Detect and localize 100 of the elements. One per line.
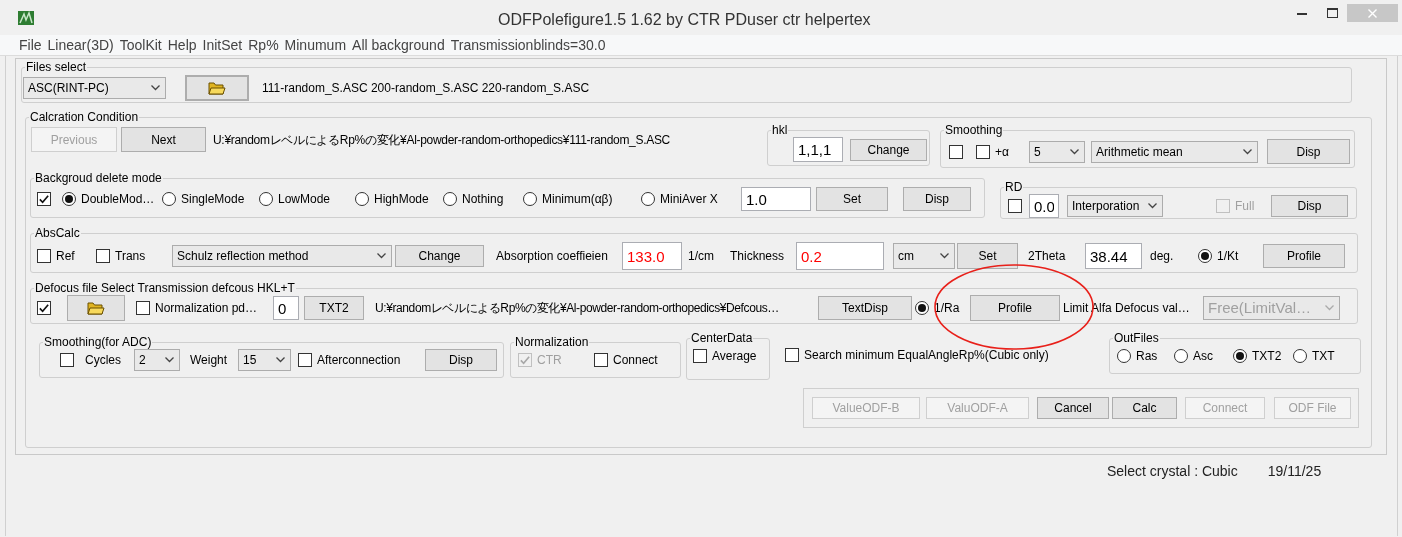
- push-button[interactable]: Change: [850, 138, 927, 161]
- radio-button[interactable]: Nothing: [443, 188, 523, 210]
- chevron-down-icon: [1243, 148, 1252, 155]
- group-title: Normalization: [514, 336, 590, 349]
- dropdown[interactable]: Schulz reflection method: [172, 245, 392, 267]
- group-title: hkl: [771, 124, 789, 137]
- menu-item[interactable]: InitSet: [202, 34, 243, 56]
- label-text: Cycles: [85, 352, 122, 369]
- check-icon: [519, 354, 531, 366]
- push-button[interactable]: Disp: [1271, 195, 1348, 217]
- label-text: Absorption coeffieien: [496, 248, 609, 265]
- radio-button[interactable]: TXT: [1293, 345, 1335, 367]
- text-field[interactable]: 38.44: [1085, 243, 1142, 269]
- date-text: 19/11/25: [1267, 461, 1322, 481]
- app-logo-icon: [18, 10, 34, 25]
- text-field[interactable]: 0: [273, 296, 299, 320]
- radio-button[interactable]: MiniAver X: [641, 188, 741, 210]
- menu-item[interactable]: Rp%: [248, 34, 279, 56]
- checkbox[interactable]: Connect: [594, 349, 658, 371]
- radio-button[interactable]: Ras: [1117, 345, 1174, 367]
- radio-button[interactable]: HighMode: [355, 188, 443, 210]
- group-title: Smoothing(for ADC): [43, 336, 153, 349]
- checkbox[interactable]: Ref: [37, 245, 96, 267]
- label-text: U:¥randomレベルによるRp%の変化¥Al-powder-random-orthopedics¥111-random_S.ASC: [213, 131, 670, 149]
- label-text: U:¥randomレベルによるRp%の変化¥Al-powder-random-orthopedics¥Defcous…: [375, 300, 780, 317]
- menu-item[interactable]: File: [19, 34, 42, 56]
- chevron-down-icon: [1070, 148, 1079, 155]
- group-title: RD: [1004, 181, 1024, 194]
- menu-item[interactable]: ToolKit: [119, 34, 162, 56]
- menu-item[interactable]: Linear(3D): [47, 34, 114, 56]
- dropdown[interactable]: Arithmetic mean: [1091, 140, 1258, 163]
- checkbox[interactable]: Average: [693, 345, 757, 367]
- group-title: Calcration Condition: [29, 111, 140, 124]
- menu-item[interactable]: All background: [352, 34, 445, 56]
- push-button[interactable]: Change: [395, 245, 484, 267]
- push-button[interactable]: Next: [121, 127, 206, 152]
- text-field[interactable]: 1.0: [741, 187, 811, 211]
- push-button[interactable]: Cancel: [1037, 397, 1109, 419]
- push-button[interactable]: Profile: [1263, 244, 1345, 268]
- close-icon: [1368, 8, 1377, 18]
- chevron-down-icon: [276, 357, 285, 363]
- dropdown[interactable]: 2: [134, 349, 180, 371]
- radio-button[interactable]: 1/Kt: [1198, 245, 1263, 267]
- push-button[interactable]: Disp: [1267, 139, 1350, 164]
- label-text: 1/cm: [688, 248, 715, 265]
- check-icon: [38, 193, 50, 205]
- push-button[interactable]: Set: [816, 187, 888, 211]
- dropdown[interactable]: Interporation: [1067, 195, 1163, 217]
- push-button[interactable]: Profile: [970, 295, 1060, 321]
- radio-button[interactable]: DoubleMod…: [62, 188, 162, 210]
- group-title: Files select: [25, 61, 88, 74]
- minimize-icon: [1297, 11, 1307, 15]
- label-text: deg.: [1150, 248, 1175, 265]
- folder-icon: [87, 301, 105, 315]
- chevron-down-icon: [1148, 203, 1157, 209]
- radio-button[interactable]: LowMode: [259, 188, 355, 210]
- chevron-down-icon: [151, 85, 160, 91]
- dropdown[interactable]: ASC(RINT-PC): [23, 77, 166, 99]
- group-title: Defocus file Select Transmission defcous HKL+T: [34, 282, 296, 295]
- dropdown[interactable]: cm: [893, 243, 955, 269]
- chevron-down-icon: [165, 357, 174, 363]
- push-button[interactable]: Disp: [425, 349, 497, 371]
- text-field[interactable]: 0.0: [1029, 194, 1059, 218]
- checkbox[interactable]: Trans: [96, 245, 172, 267]
- chevron-down-icon: [940, 253, 949, 259]
- checkbox[interactable]: Search minimum EqualAngleRp%(Cubic only): [785, 344, 1049, 366]
- push-button[interactable]: TXT2: [304, 296, 364, 320]
- open-folder-button[interactable]: [185, 75, 249, 101]
- folder-icon: [208, 81, 226, 95]
- window-title: ODFPolefigure1.5 1.62 by CTR PDuser ctr helpertex: [498, 10, 871, 30]
- menu-item[interactable]: Minumum: [284, 34, 347, 56]
- text-field[interactable]: 0.2: [796, 242, 884, 270]
- dropdown[interactable]: 15: [238, 349, 291, 371]
- radio-button[interactable]: TXT2: [1233, 345, 1293, 367]
- group-title: Smoothing: [944, 124, 1004, 137]
- radio-button[interactable]: Minimum(αβ): [523, 188, 641, 210]
- menu-item[interactable]: Help: [167, 34, 197, 56]
- menu-item[interactable]: Transmissionblinds=30.0: [450, 34, 606, 56]
- label-text: 111-random_S.ASC 200-random_S.ASC 220-random_S.ASC: [262, 80, 590, 97]
- text-field[interactable]: 1,1,1: [793, 137, 843, 162]
- push-button[interactable]: Disp: [903, 187, 971, 211]
- label-text: Weight: [190, 352, 229, 369]
- label-text: 2Theta: [1028, 248, 1067, 265]
- push-button[interactable]: Calc: [1112, 397, 1177, 419]
- checkbox[interactable]: +α: [976, 140, 1029, 163]
- label-text: Thickness: [730, 248, 786, 265]
- checkbox[interactable]: Afterconnection: [298, 349, 425, 371]
- dropdown[interactable]: 5: [1029, 140, 1085, 163]
- chevron-down-icon: [1325, 305, 1334, 311]
- text-field[interactable]: 133.0: [622, 242, 682, 270]
- radio-button[interactable]: SingleMode: [162, 188, 259, 210]
- radio-button[interactable]: 1/Ra: [915, 297, 970, 319]
- push-button[interactable]: Set: [957, 243, 1018, 269]
- status-text: Select crystal : Cubic: [1107, 461, 1238, 481]
- radio-button[interactable]: Asc: [1174, 345, 1233, 367]
- push-button[interactable]: TextDisp: [818, 296, 912, 320]
- chevron-down-icon: [377, 253, 386, 259]
- maximize-icon: [1326, 8, 1338, 18]
- group-title: CenterData: [690, 332, 754, 345]
- checkbox[interactable]: Normalization pd…: [136, 297, 273, 319]
